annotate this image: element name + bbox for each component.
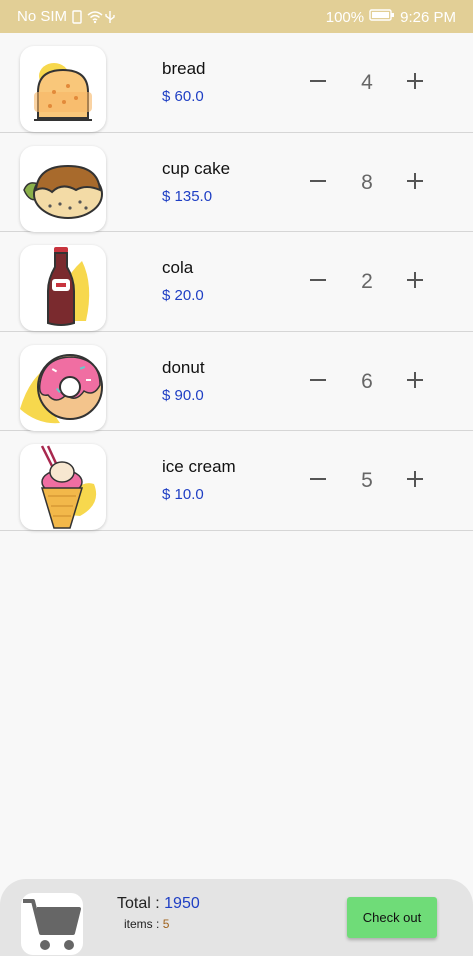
list-item: donut $ 90.0 6 [0,332,473,431]
items-label: items : [124,917,160,931]
decrease-quantity-button[interactable] [303,464,333,494]
item-price: $ 135.0 [162,187,213,205]
cupcake-icon [20,145,106,232]
item-price: $ 10.0 [162,486,204,503]
wifi-icon [87,10,103,24]
increase-quantity-button[interactable] [400,66,430,96]
item-name: donut [162,357,205,377]
clock: 9:26 PM [400,8,456,26]
battery-icon [369,8,395,26]
usb-icon [104,10,118,24]
item-quantity: 5 [361,469,373,492]
carrier-text: No SIM [17,8,68,25]
decrease-quantity-button[interactable] [303,166,333,196]
items-count: 5 [162,917,170,931]
list-item: cup cake $ 135.0 8 [0,133,473,232]
status-left: No SIM [17,8,118,25]
item-price: $ 90.0 [162,386,204,404]
list-item: cola $ 20.0 2 [0,232,473,332]
cola-icon [20,245,106,331]
increase-quantity-button[interactable] [400,166,430,196]
items-count-line: items : 5 [124,917,169,931]
checkout-bar: Total : 1950 items : 5 Check out [0,879,473,956]
total-line: Total : 1950 [117,895,200,913]
cart-icon[interactable] [21,893,83,955]
status-bar: No SIM 100% 9:26 PM [0,0,473,33]
decrease-quantity-button[interactable] [303,66,333,96]
item-price: $ 20.0 [162,287,204,304]
item-quantity: 8 [361,170,373,194]
increase-quantity-button[interactable] [400,265,430,295]
checkout-button[interactable]: Check out [347,897,437,938]
item-quantity: 4 [361,71,373,94]
cart-item-list: bread $ 60.0 4 cup cake $ 135.0 8 cola $… [0,33,473,531]
ice-cream-icon [20,444,106,530]
item-name: ice cream [162,457,236,476]
donut-icon [20,344,106,431]
battery-percent: 100% [325,8,365,26]
status-right: 100% 9:26 PM [326,8,456,26]
bread-icon [20,46,106,132]
item-quantity: 6 [361,369,373,393]
increase-quantity-button[interactable] [400,464,430,494]
increase-quantity-button[interactable] [400,365,430,395]
total-value: 1950 [164,895,200,912]
sim-icon [70,9,84,24]
item-quantity: 2 [361,270,373,293]
decrease-quantity-button[interactable] [303,365,333,395]
item-name: bread [162,59,206,78]
item-price: $ 60.0 [162,88,204,105]
item-name: cola [162,258,194,277]
total-label: Total : [117,895,160,912]
list-item: ice cream $ 10.0 5 [0,431,473,531]
list-item: bread $ 60.0 4 [0,33,473,133]
item-name: cup cake [162,158,231,178]
decrease-quantity-button[interactable] [303,265,333,295]
